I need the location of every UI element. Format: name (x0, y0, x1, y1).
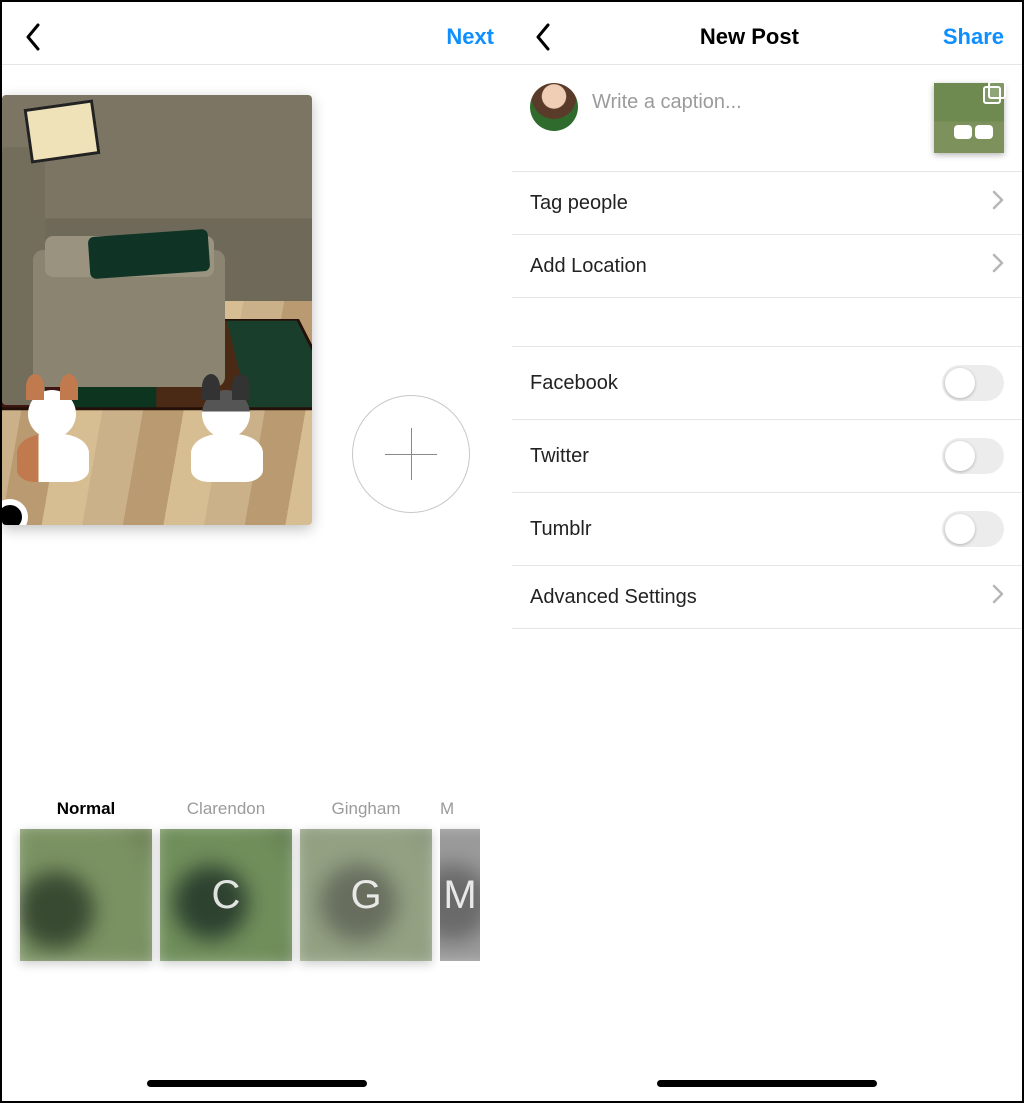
home-indicator[interactable] (657, 1080, 877, 1087)
add-location-row[interactable]: Add Location (512, 234, 1022, 298)
row-label: Facebook (530, 372, 618, 395)
screen-new-post: New Post Share Write a caption... Tag pe… (512, 2, 1022, 1101)
filter-label: M (440, 799, 480, 819)
multi-post-icon (984, 81, 1006, 103)
filter-clarendon[interactable]: Clarendon C (160, 799, 292, 961)
edit-header: Next (2, 2, 512, 65)
twitter-toggle[interactable] (942, 438, 1004, 474)
filter-thumb: G (300, 829, 432, 961)
row-label: Advanced Settings (530, 586, 697, 609)
next-button[interactable]: Next (446, 24, 494, 50)
back-button[interactable] (20, 24, 46, 50)
share-twitter-row[interactable]: Twitter (512, 419, 1022, 492)
selected-photo[interactable] (2, 95, 312, 525)
dual-screenshot-frame: Next Normal (0, 0, 1024, 1103)
photo-scene (2, 95, 312, 525)
filter-thumb (20, 829, 152, 961)
post-thumbnail[interactable] (934, 83, 1004, 153)
filter-label: Normal (57, 799, 116, 819)
share-button[interactable]: Share (943, 24, 1004, 50)
filter-thumb: C (160, 829, 292, 961)
tag-people-row[interactable]: Tag people (512, 171, 1022, 234)
avatar[interactable] (530, 83, 578, 131)
row-label: Add Location (530, 255, 647, 278)
caption-input[interactable]: Write a caption... (592, 83, 920, 114)
chevron-right-icon (992, 190, 1004, 216)
home-indicator[interactable] (147, 1080, 367, 1087)
row-label: Twitter (530, 445, 589, 468)
filter-strip[interactable]: Normal Clarendon C Gingham G M M (2, 799, 512, 961)
filter-label: Gingham (332, 799, 401, 819)
chevron-right-icon (992, 584, 1004, 610)
advanced-settings-row[interactable]: Advanced Settings (512, 565, 1022, 629)
filter-label: Clarendon (187, 799, 265, 819)
facebook-toggle[interactable] (942, 365, 1004, 401)
screen-edit: Next Normal (2, 2, 512, 1101)
row-label: Tag people (530, 192, 628, 215)
filter-gingham[interactable]: Gingham G (300, 799, 432, 961)
caption-row: Write a caption... (512, 65, 1022, 171)
section-spacer (512, 298, 1022, 346)
new-post-header: New Post Share (512, 2, 1022, 65)
filter-moon[interactable]: M M (440, 799, 480, 961)
page-title: New Post (556, 24, 943, 50)
tumblr-toggle[interactable] (942, 511, 1004, 547)
back-button[interactable] (530, 24, 556, 50)
add-photo-button[interactable] (352, 395, 470, 513)
share-tumblr-row[interactable]: Tumblr (512, 492, 1022, 565)
chevron-right-icon (992, 253, 1004, 279)
share-facebook-row[interactable]: Facebook (512, 346, 1022, 419)
filter-normal[interactable]: Normal (20, 799, 152, 961)
row-label: Tumblr (530, 518, 591, 541)
filter-thumb: M (440, 829, 480, 961)
